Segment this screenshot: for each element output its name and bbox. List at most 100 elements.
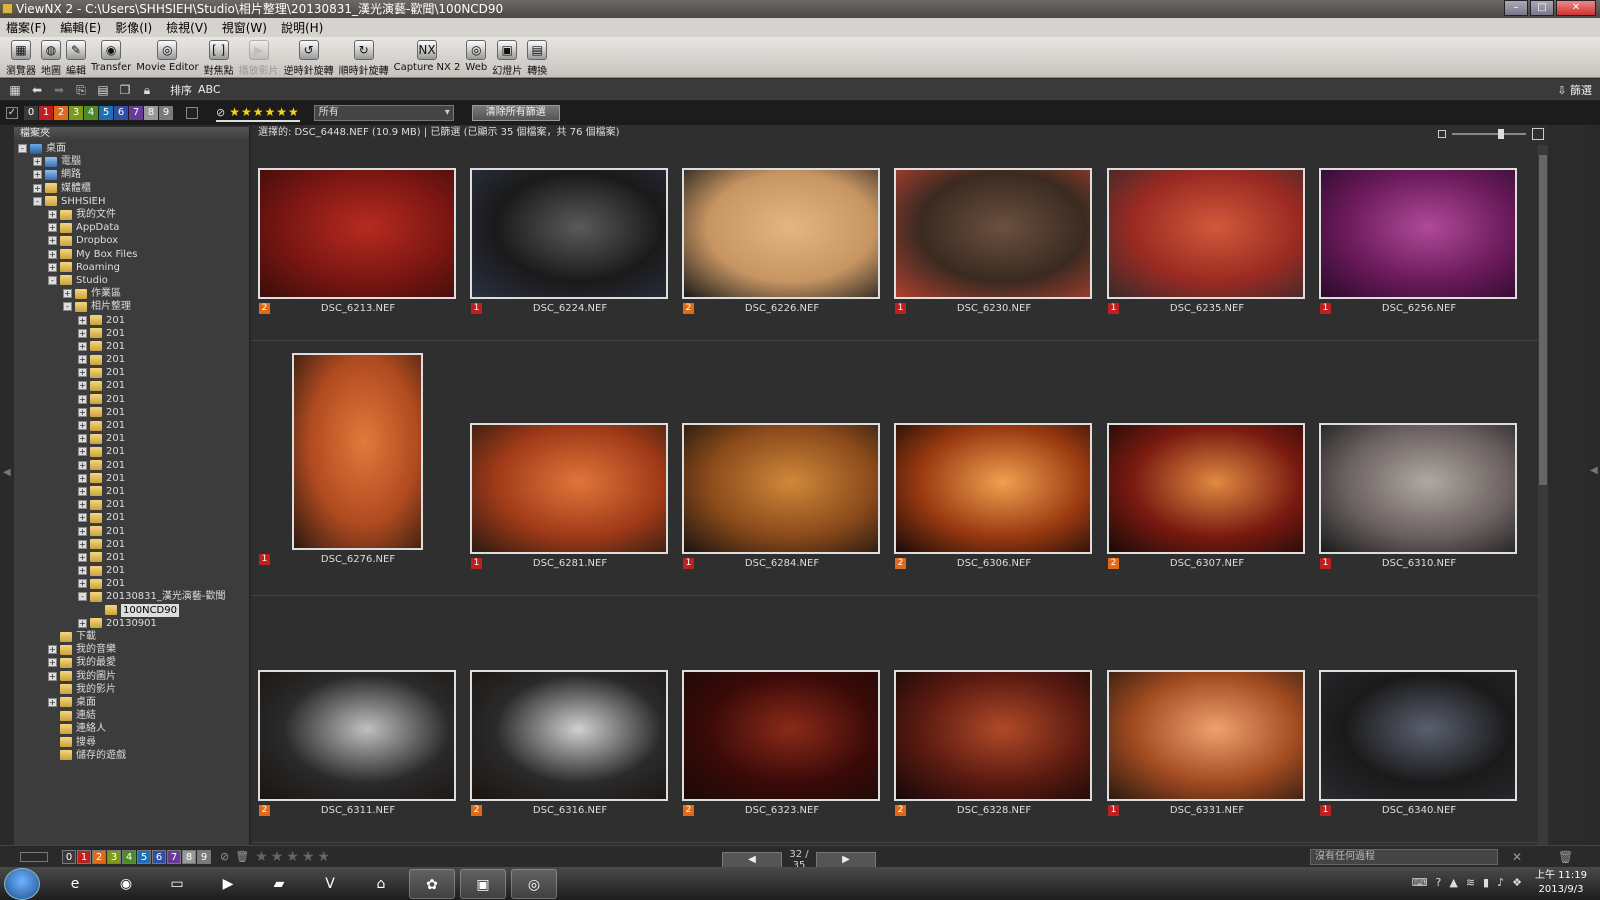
label-assign-4[interactable]: 4 [122, 849, 136, 864]
folder-node[interactable]: 下載 [14, 630, 249, 643]
folder-node[interactable]: + AppData [14, 221, 249, 234]
expand-icon[interactable]: + [78, 315, 87, 325]
thumbnail-cell[interactable]: 2 DSC_6311.NEF [258, 596, 470, 843]
label-assign-9[interactable]: 9 [197, 849, 211, 864]
label-assign-0[interactable]: 0 [62, 849, 76, 864]
help-icon[interactable]: ? [1436, 876, 1442, 889]
expand-icon[interactable]: + [78, 486, 87, 496]
expand-icon[interactable]: + [78, 500, 87, 510]
scrollbar-thumb[interactable] [1539, 155, 1547, 485]
notepad-icon[interactable]: ▰ [256, 869, 302, 899]
vertical-scrollbar[interactable] [1538, 145, 1548, 845]
folder-node[interactable]: +201 [14, 432, 249, 445]
thumbnail-image[interactable] [292, 353, 423, 550]
small-thumb-icon[interactable] [1438, 130, 1446, 138]
thumbnail-image[interactable] [1107, 423, 1305, 554]
expand-icon[interactable]: + [78, 526, 87, 536]
filter-toggle-button[interactable]: ⇩ 篩選 [1557, 82, 1592, 98]
thumbnail-cell[interactable]: 2 DSC_6213.NEF [258, 143, 470, 341]
minimize-button[interactable]: – [1504, 0, 1528, 16]
rating-assign-stars[interactable]: ★★★★★ [255, 849, 333, 865]
folder-node[interactable]: +201 [14, 327, 249, 340]
expand-icon[interactable]: + [78, 513, 87, 523]
expand-icon[interactable]: + [78, 460, 87, 470]
toolbar-button-1[interactable]: ◍ 地圖 [41, 37, 61, 77]
menu-item-0[interactable]: 檔案(F) [6, 19, 46, 36]
expand-icon[interactable]: + [48, 249, 57, 259]
thumbnail-image[interactable] [1319, 168, 1517, 299]
folder-node[interactable]: +201 [14, 551, 249, 564]
toolbar-button-10[interactable]: ◎ Web [465, 37, 487, 77]
label-assign-8[interactable]: 8 [182, 849, 196, 864]
expand-icon[interactable]: + [78, 552, 87, 562]
folder-node[interactable]: +201 [14, 313, 249, 326]
menu-item-2[interactable]: 影像(I) [115, 19, 152, 36]
thumbnail-image[interactable] [682, 670, 880, 801]
expand-icon[interactable]: + [78, 434, 87, 444]
thumbnail-cell[interactable]: 1 DSC_6331.NEF [1107, 596, 1319, 843]
thumbnail-cell[interactable]: 2 DSC_6307.NEF [1107, 349, 1319, 596]
folder-node[interactable]: - SHHSIEH [14, 195, 249, 208]
keyboard-icon[interactable]: ⌨ [1412, 876, 1428, 889]
expand-icon[interactable]: + [48, 223, 57, 233]
label-filter-0[interactable]: 0 [24, 106, 38, 120]
label-filter-7[interactable]: 7 [129, 106, 143, 120]
filter-type-select[interactable]: 所有 [313, 105, 454, 121]
folder-node[interactable]: +201 [14, 379, 249, 392]
no-rating-icon[interactable]: ⊘ [216, 106, 225, 119]
expand-icon[interactable]: + [48, 262, 57, 272]
thumbnail-cell[interactable]: 2 DSC_6323.NEF [682, 596, 894, 843]
collapse-icon[interactable]: - [63, 302, 72, 312]
folder-node[interactable]: +201 [14, 485, 249, 498]
thumbnail-size-slider[interactable] [1438, 128, 1544, 140]
folder-node[interactable]: 我的影片 [14, 683, 249, 696]
menu-item-1[interactable]: 編輯(E) [60, 19, 101, 36]
folder-node[interactable]: +201 [14, 472, 249, 485]
thumbnail-image[interactable] [894, 168, 1092, 299]
label-filter-5[interactable]: 5 [99, 106, 113, 120]
label-assign-2[interactable]: 2 [92, 849, 106, 864]
chrome-icon[interactable]: ◉ [103, 869, 149, 899]
toolbar-button-3[interactable]: ◉ Transfer [91, 37, 131, 77]
tray-expand-icon[interactable]: ▲ [1449, 876, 1457, 889]
rating-checkbox[interactable] [186, 107, 198, 119]
thumbnail-cell[interactable]: 1 DSC_6310.NEF [1319, 349, 1531, 596]
expand-icon[interactable]: + [78, 381, 87, 391]
expand-icon[interactable]: + [48, 671, 57, 681]
expand-icon[interactable]: + [78, 368, 87, 378]
folder-node[interactable]: +201 [14, 353, 249, 366]
copy-icon[interactable]: ❐ [116, 82, 134, 98]
folder-node[interactable]: +201 [14, 577, 249, 590]
cancel-process-icon[interactable]: ✕ [1510, 850, 1524, 864]
volume-icon[interactable]: ♪ [1497, 876, 1504, 889]
menu-item-3[interactable]: 檢視(V) [166, 19, 208, 36]
label-filter-4[interactable]: 4 [84, 106, 98, 120]
size-slider-handle[interactable] [1498, 129, 1504, 139]
expand-icon[interactable]: + [48, 236, 57, 246]
toolbar-button-0[interactable]: ▦ 瀏覽器 [6, 37, 36, 77]
label-filter-2[interactable]: 2 [54, 106, 68, 120]
expand-icon[interactable]: + [48, 658, 57, 668]
large-thumb-icon[interactable] [1532, 128, 1544, 140]
thumbnail-cell[interactable]: 1 DSC_6340.NEF [1319, 596, 1531, 843]
label-filter-6[interactable]: 6 [114, 106, 128, 120]
folder-node[interactable]: + 我的文件 [14, 208, 249, 221]
rating-filter[interactable]: ⊘ ★★★★★★ [216, 104, 300, 122]
thumbnail-cell[interactable]: 1 DSC_6256.NEF [1319, 143, 1531, 341]
expand-icon[interactable]: + [78, 341, 87, 351]
expand-icon[interactable]: + [78, 566, 87, 576]
label-assign-1[interactable]: 1 [77, 849, 91, 864]
folder-node[interactable]: + Roaming [14, 261, 249, 274]
maximize-button[interactable]: □ [1530, 0, 1554, 16]
folder-node[interactable]: +201 [14, 366, 249, 379]
expand-icon[interactable]: + [78, 618, 87, 628]
thumbnail-cell[interactable]: 1 DSC_6276.NEF [258, 349, 470, 596]
size-slider-track[interactable] [1452, 129, 1526, 139]
label-filter-9[interactable]: 9 [159, 106, 173, 120]
dropbox-tray-icon[interactable]: ❖ [1512, 876, 1522, 889]
expand-icon[interactable]: + [48, 645, 57, 655]
start-button[interactable] [4, 868, 40, 900]
folder-node[interactable]: + 電腦 [14, 155, 249, 168]
folder-node[interactable]: + 我的音樂 [14, 643, 249, 656]
filter-enable-checkbox[interactable]: ✓ [6, 107, 18, 119]
